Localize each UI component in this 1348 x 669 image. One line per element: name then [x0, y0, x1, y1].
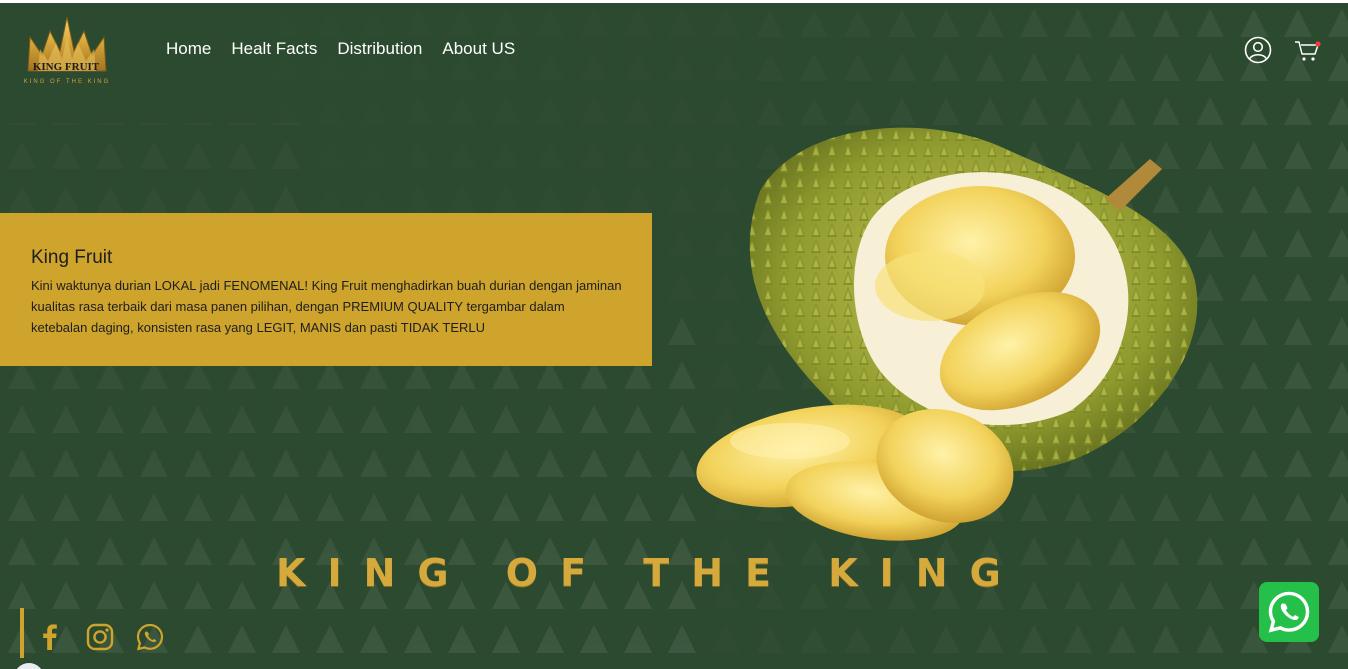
hero-section: KING FRUIT KING OF THE KING Home Healt F… [0, 3, 1348, 669]
brand-tagline: KING OF THE KING [23, 79, 111, 85]
user-icon[interactable] [1244, 36, 1272, 64]
nav-distribution[interactable]: Distribution [337, 39, 422, 59]
social-accent-bar [20, 608, 24, 658]
whatsapp-icon[interactable] [136, 623, 164, 651]
facebook-icon[interactable] [36, 623, 64, 651]
whatsapp-float-button[interactable] [1259, 582, 1319, 642]
brand-name: KING FRUIT [32, 61, 100, 73]
nav-home[interactable]: Home [166, 39, 211, 59]
instagram-icon[interactable] [86, 623, 114, 651]
cart-icon[interactable] [1294, 39, 1322, 63]
brand-logo[interactable]: KING FRUIT KING OF THE KING [16, 15, 118, 91]
durian-image [696, 127, 1198, 541]
nav-about-us[interactable]: About US [442, 39, 515, 59]
hero-tagline: KING OF THE KING [276, 551, 1023, 595]
hero-title: King Fruit [31, 247, 113, 268]
nav-healt-facts[interactable]: Healt Facts [231, 39, 317, 59]
hero-info-box: King Fruit Kini waktunya durian LOKAL ja… [0, 213, 652, 366]
main-nav: Home Healt Facts Distribution About US [166, 39, 515, 59]
hero-description: Kini waktunya durian LOKAL jadi FENOMENA… [31, 278, 622, 335]
whatsapp-icon [1268, 591, 1310, 633]
